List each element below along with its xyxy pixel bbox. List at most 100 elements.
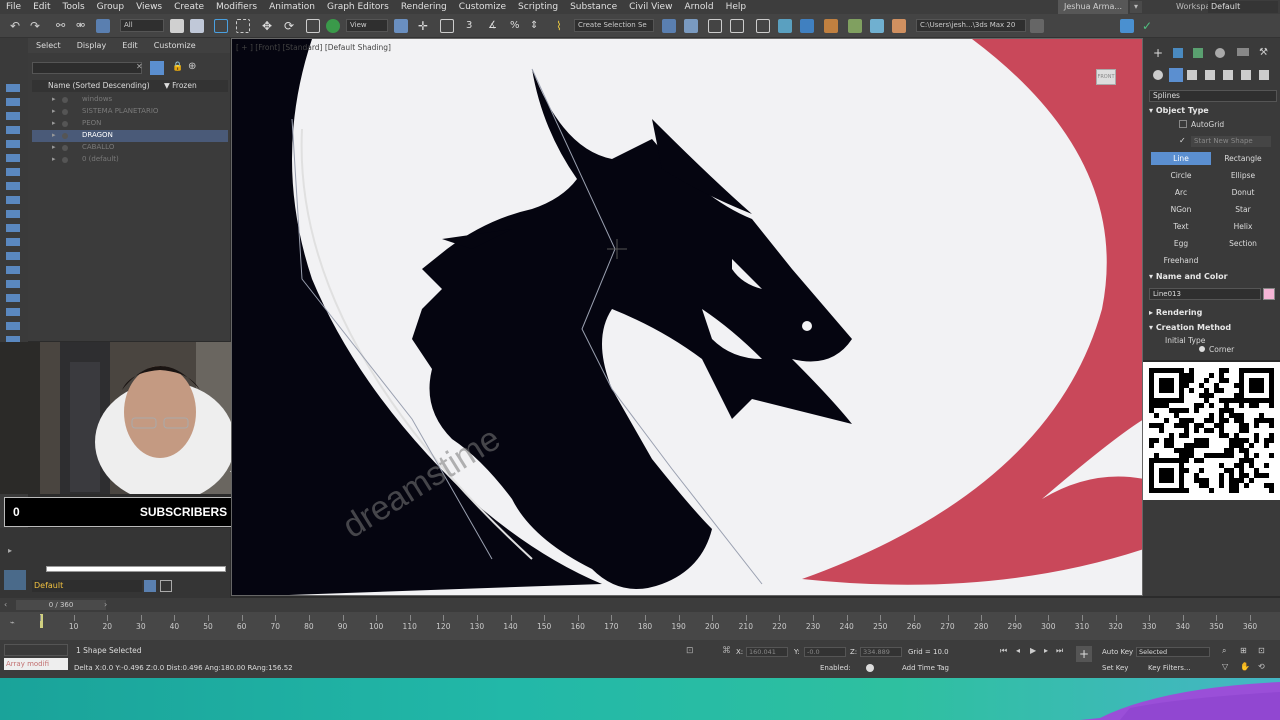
layer-row[interactable]: ▸ PEON <box>32 118 228 130</box>
start-new-shape-button[interactable]: Start New Shape <box>1191 136 1271 147</box>
material-editor-icon[interactable] <box>824 19 838 33</box>
systems-category-icon[interactable] <box>1259 70 1269 80</box>
filter-icon[interactable] <box>150 61 164 75</box>
layer-grid-icon[interactable] <box>160 580 172 592</box>
visibility-eye-icon[interactable] <box>62 109 68 115</box>
z-coordinate-field[interactable]: 334.889 <box>860 647 902 657</box>
rendering-rollout[interactable]: ▸ Rendering <box>1149 308 1277 320</box>
menu-help[interactable]: Help <box>720 2 753 12</box>
select-manipulate-icon[interactable]: ✛ <box>418 19 432 33</box>
project-folder-icon[interactable] <box>1030 19 1044 33</box>
layer-row[interactable]: ▸ CABALLO <box>32 142 228 154</box>
expand-arrow-icon[interactable]: ▸ <box>52 143 56 151</box>
slider-next-icon[interactable]: › <box>104 600 107 609</box>
rendered-frame-icon[interactable] <box>870 19 884 33</box>
rectangle-button[interactable]: Rectangle <box>1213 152 1273 165</box>
geometry-category-icon[interactable] <box>1153 70 1163 80</box>
spinner-snap-icon[interactable]: ⇕ <box>530 19 544 33</box>
autogrid-checkbox[interactable] <box>1179 120 1187 128</box>
render-icon[interactable] <box>892 19 906 33</box>
visibility-eye-icon[interactable] <box>62 121 68 127</box>
layer-row[interactable]: ▸ SISTEMA PLANETARIO <box>32 106 228 118</box>
place-icon[interactable] <box>326 19 340 33</box>
account-dropdown-icon[interactable]: ▾ <box>1130 1 1142 13</box>
column-name-header[interactable]: Name (Sorted Descending) <box>48 81 150 90</box>
bind-spacewarp-icon[interactable] <box>96 19 110 33</box>
curve-editor-icon[interactable] <box>778 19 792 33</box>
user-account[interactable]: Jeshua Arma... <box>1058 0 1128 14</box>
x-coordinate-field[interactable]: 160.041 <box>746 647 788 657</box>
set-key-big-icon[interactable]: + <box>1076 646 1092 662</box>
circle-button[interactable]: Circle <box>1151 169 1211 182</box>
rotate-icon[interactable]: ⟳ <box>284 19 298 33</box>
expand-arrow-icon[interactable]: ▸ <box>52 131 56 139</box>
menu-arnold[interactable]: Arnold <box>678 2 719 12</box>
layer-manager-icon[interactable] <box>4 570 26 590</box>
lights-category-icon[interactable] <box>1187 70 1197 80</box>
expand-arrow-icon[interactable]: ▸ <box>52 155 56 163</box>
object-type-rollout[interactable]: ▾ Object Type <box>1149 106 1277 118</box>
menu-group[interactable]: Group <box>91 2 130 12</box>
helpers-category-icon[interactable] <box>1223 70 1233 80</box>
goto-end-icon[interactable]: ⏭ <box>1056 646 1063 656</box>
clear-search-icon[interactable]: ✕ <box>136 62 143 71</box>
pin-icon[interactable]: ⊕ <box>188 61 196 72</box>
layer-row[interactable]: ▸ windows <box>32 94 228 106</box>
menu-civil-view[interactable]: Civil View <box>623 2 678 12</box>
creation-method-rollout[interactable]: ▾ Creation Method <box>1149 323 1277 335</box>
viewcube[interactable]: FRONT <box>1096 69 1116 85</box>
menu-modifiers[interactable]: Modifiers <box>210 2 263 12</box>
goto-start-icon[interactable]: ⏮ <box>1000 646 1007 656</box>
expand-arrow-icon[interactable]: ▸ <box>52 107 56 115</box>
set-key-button[interactable]: Set Key <box>1102 664 1128 672</box>
menu-scripting[interactable]: Scripting <box>512 2 564 12</box>
scene-tab-edit[interactable]: Edit <box>114 41 146 50</box>
y-coordinate-field[interactable]: -0.0 <box>804 647 846 657</box>
prev-frame-icon[interactable]: ◂ <box>1016 646 1020 655</box>
maxscript-listener[interactable] <box>4 644 68 656</box>
isolate-icon[interactable]: ⊡ <box>686 646 698 658</box>
egg-button[interactable]: Egg <box>1151 237 1211 250</box>
orbit-icon[interactable]: ⟲ <box>1258 662 1265 671</box>
menu-tools[interactable]: Tools <box>57 2 91 12</box>
viewport-layout-icon[interactable] <box>1120 19 1134 33</box>
curve-editor-mini-icon[interactable]: ⌁ <box>10 618 15 627</box>
corner-radio[interactable] <box>1199 346 1205 352</box>
cameras-category-icon[interactable] <box>1205 70 1215 80</box>
selection-filter-dropdown[interactable]: All <box>120 19 164 32</box>
visibility-eye-icon[interactable] <box>62 97 68 103</box>
layer-toggle-icon[interactable] <box>144 580 156 592</box>
edit-named-selection-icon[interactable]: ⌇ <box>556 19 570 33</box>
layer-row[interactable]: ▸ 0 (default) <box>32 154 228 166</box>
scene-explorer-toggle-icon[interactable] <box>708 19 722 33</box>
key-mode-dropdown[interactable]: Selected <box>1136 647 1210 657</box>
layer-explorer-icon[interactable] <box>730 19 744 33</box>
keyboard-shortcut-icon[interactable] <box>440 19 454 33</box>
section-button[interactable]: Section <box>1213 237 1273 250</box>
layer-row[interactable]: ▸ DRAGON <box>32 130 228 142</box>
motion-tab-icon[interactable] <box>1215 48 1225 58</box>
track-bar[interactable]: ⌁ 10 20 30 40 50 60 70 80 90 100 110 120 130 140 150 16… <box>0 612 1280 640</box>
scene-tab-select[interactable]: Select <box>28 41 69 50</box>
zoom-extents-icon[interactable]: ⊡ <box>1258 646 1265 655</box>
snap-toggle-icon[interactable]: 3 <box>466 19 480 33</box>
maxscript-mini-input[interactable]: Array modifi <box>4 658 68 670</box>
slider-prev-icon[interactable]: ‹ <box>4 600 7 609</box>
scene-tab-customize[interactable]: Customize <box>146 41 204 50</box>
donut-button[interactable]: Donut <box>1213 186 1273 199</box>
frame-counter[interactable]: 0 / 360 <box>16 600 106 610</box>
spacewarps-category-icon[interactable] <box>1241 70 1251 80</box>
pan-icon[interactable]: ✋ <box>1240 662 1250 671</box>
unlink-icon[interactable]: ⚮ <box>76 19 90 33</box>
angle-snap-icon[interactable]: ∡ <box>488 19 502 33</box>
menu-substance[interactable]: Substance <box>564 2 623 12</box>
visibility-eye-icon[interactable] <box>62 133 68 139</box>
menu-edit[interactable]: Edit <box>27 2 56 12</box>
rect-selection-icon[interactable] <box>214 19 228 33</box>
selection-lock-icon[interactable]: ⌘ <box>722 646 734 658</box>
visibility-eye-icon[interactable] <box>62 145 68 151</box>
display-tab-icon[interactable] <box>1237 48 1249 56</box>
line-button[interactable]: Line <box>1151 152 1211 165</box>
workspaces-dropdown[interactable]: Default <box>1208 1 1278 13</box>
ellipse-button[interactable]: Ellipse <box>1213 169 1273 182</box>
